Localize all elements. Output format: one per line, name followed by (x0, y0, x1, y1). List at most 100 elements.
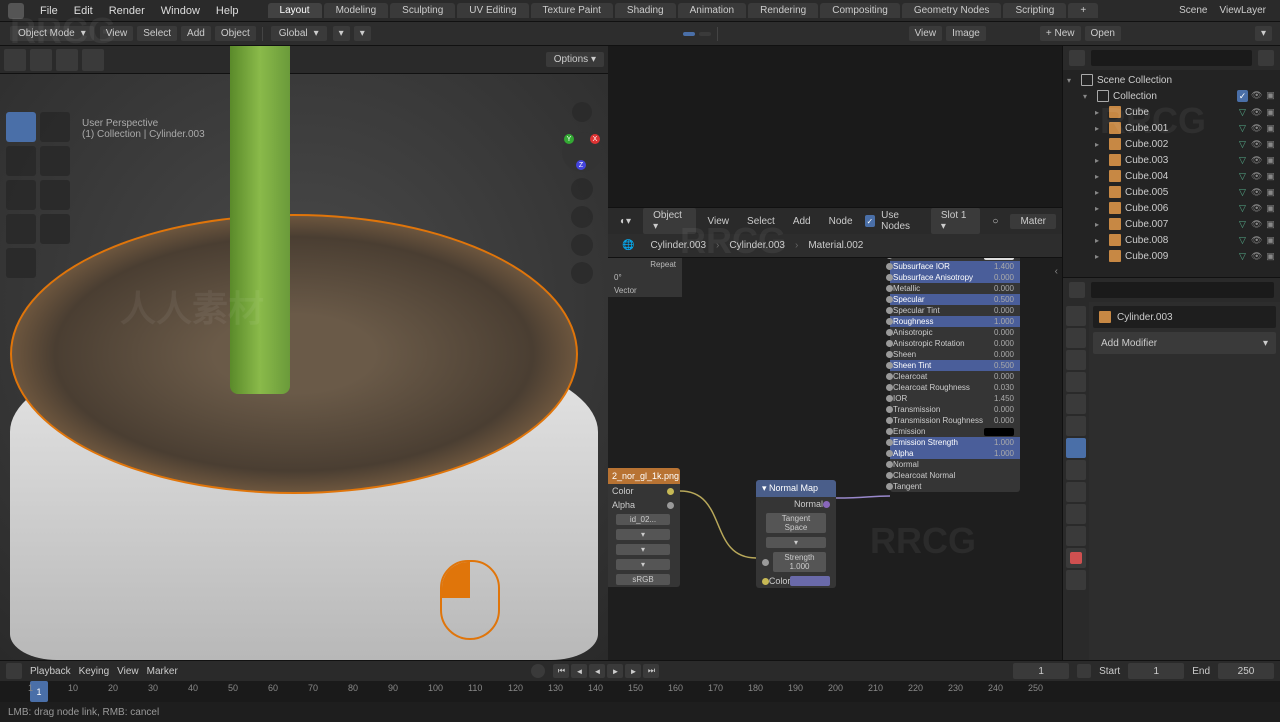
node-view-menu[interactable]: View (702, 216, 736, 227)
tab-texture-icon[interactable] (1066, 570, 1086, 590)
input-socket[interactable] (886, 285, 893, 292)
input-socket[interactable] (886, 274, 893, 281)
mesh-data-icon[interactable]: ▽ (1237, 235, 1248, 246)
overlay-toggle-icon[interactable] (699, 32, 711, 36)
input-socket[interactable] (886, 483, 893, 490)
playback-menu[interactable]: Playback (30, 666, 71, 677)
input-socket[interactable] (886, 329, 893, 336)
workspace-tab-add[interactable]: + (1068, 3, 1098, 18)
workspace-tab-rendering[interactable]: Rendering (748, 3, 818, 18)
tab-constraints-icon[interactable] (1066, 504, 1086, 524)
select-mode2-icon[interactable] (56, 49, 78, 71)
header-add-menu[interactable]: Add (181, 26, 211, 41)
3d-viewport[interactable]: Options ▾ User Perspective (1) Collectio… (0, 46, 608, 660)
render-icon[interactable]: ▣ (1265, 251, 1276, 262)
keyframe-prev-icon[interactable]: ◄ (571, 664, 587, 678)
render-icon[interactable]: ▣ (1265, 171, 1276, 182)
menu-edit[interactable]: Edit (66, 5, 101, 17)
node-add-menu[interactable]: Add (787, 216, 817, 227)
collection-enable-toggle[interactable]: ✓ (1237, 90, 1248, 102)
tab-viewlayer-icon[interactable] (1066, 350, 1086, 370)
render-icon[interactable]: ▣ (1265, 139, 1276, 150)
color-socket-in[interactable] (762, 578, 769, 585)
tool-scale-icon[interactable] (6, 180, 36, 210)
tool-transform-icon[interactable] (40, 180, 70, 210)
orientation-dropdown[interactable]: Global ▾ (271, 26, 327, 41)
bsdf-property-row[interactable]: Anisotropic Rotation0.000 (890, 338, 1020, 349)
img-open-button[interactable]: Open (1085, 26, 1121, 41)
space-dropdown[interactable]: Tangent Space (766, 513, 826, 533)
input-socket[interactable] (886, 340, 893, 347)
tab-physics-icon[interactable] (1066, 482, 1086, 502)
uvmap-dropdown[interactable]: ▾ (766, 537, 826, 548)
menu-help[interactable]: Help (208, 5, 247, 17)
principled-bsdf-node[interactable]: Subsurface C...Subsurface IOR1.400Subsur… (890, 258, 1020, 492)
image-texture-node[interactable]: 2_nor_gl_1k.png Color Alpha id_02... ▾ ▾… (608, 468, 680, 587)
outliner-tree[interactable]: ▾ Scene Collection ▾ Collection ✓👁▣ ▸Cub… (1063, 70, 1280, 277)
tool-select-box-icon[interactable] (6, 112, 36, 142)
bsdf-property-row[interactable]: Sheen0.000 (890, 349, 1020, 360)
mesh-data-icon[interactable]: ▽ (1237, 171, 1248, 182)
snap-toggle[interactable]: ▾ (354, 26, 371, 41)
outliner-search[interactable] (1091, 50, 1252, 66)
props-search[interactable] (1091, 282, 1274, 298)
options-dropdown[interactable]: Options ▾ (546, 52, 604, 67)
workspace-tab-scripting[interactable]: Scripting (1003, 3, 1066, 18)
header-select-menu[interactable]: Select (137, 26, 177, 41)
material-dropdown[interactable]: Mater (1010, 214, 1056, 229)
render-icon[interactable]: ▣ (1265, 123, 1276, 134)
image-editor-canvas[interactable] (608, 46, 1062, 207)
eye-icon[interactable]: 👁 (1251, 203, 1262, 214)
breadcrumb-world-icon[interactable]: 🌐 (616, 238, 640, 253)
outliner-collection[interactable]: ▾ Collection ✓👁▣ (1063, 88, 1280, 104)
bsdf-property-row[interactable]: Metallic0.000 (890, 283, 1020, 294)
breadcrumb-item-2[interactable]: Material.002 (802, 238, 869, 253)
tab-render-icon[interactable] (1066, 306, 1086, 326)
props-type-icon[interactable] (1069, 282, 1085, 298)
input-socket[interactable] (886, 263, 893, 270)
workspace-tab-modeling[interactable]: Modeling (324, 3, 389, 18)
eye-icon[interactable]: 👁 (1251, 90, 1262, 102)
workspace-tab-layout[interactable]: Layout (268, 3, 322, 18)
menu-render[interactable]: Render (101, 5, 153, 17)
color-socket[interactable] (667, 488, 674, 495)
render-icon[interactable]: ▣ (1265, 235, 1276, 246)
tex-ext[interactable]: ▾ (616, 559, 670, 570)
bsdf-property-row[interactable]: IOR1.450 (890, 393, 1020, 404)
outliner-item[interactable]: ▸Cube▽👁▣ (1063, 104, 1280, 120)
bsdf-property-row[interactable]: Roughness1.000 (890, 316, 1020, 327)
current-frame-field[interactable]: 1 (1013, 663, 1069, 679)
render-icon[interactable]: ▣ (1265, 107, 1276, 118)
start-frame-field[interactable]: 1 (1128, 663, 1184, 679)
outliner-item[interactable]: ▸Cube.002▽👁▣ (1063, 136, 1280, 152)
add-modifier-button[interactable]: Add Modifier ▾ (1093, 332, 1276, 354)
eye-icon[interactable]: 👁 (1251, 187, 1262, 198)
outliner-item[interactable]: ▸Cube.009▽👁▣ (1063, 248, 1280, 264)
bsdf-property-row[interactable]: Emission (890, 426, 1020, 437)
camera-view-icon[interactable] (571, 234, 593, 256)
tab-data-icon[interactable] (1066, 526, 1086, 546)
bsdf-property-row[interactable]: Clearcoat Normal (890, 470, 1020, 481)
pan-icon[interactable] (571, 178, 593, 200)
tab-modifier-icon[interactable] (1066, 438, 1086, 458)
normal-map-node[interactable]: ▾ Normal Map Normal Tangent Space ▾ Stre… (756, 480, 836, 588)
tool-annotate-icon[interactable] (6, 214, 36, 244)
render-icon[interactable]: ▣ (1265, 203, 1276, 214)
timeline-track[interactable]: 1 11020304050607080901001101201301401501… (0, 681, 1280, 702)
viewport-canvas[interactable]: User Perspective (1) Collection | Cylind… (0, 74, 608, 660)
input-socket[interactable] (886, 318, 893, 325)
pivot-dropdown[interactable]: ▾ (333, 26, 350, 41)
outliner-type-icon[interactable] (1069, 50, 1085, 66)
viewlayer-dropdown[interactable]: ViewLayer (1213, 5, 1272, 16)
marker-menu[interactable]: Marker (147, 666, 178, 677)
mesh-data-icon[interactable]: ▽ (1237, 107, 1248, 118)
eye-icon[interactable]: 👁 (1251, 235, 1262, 246)
tool-cursor-icon[interactable] (40, 112, 70, 142)
normal-socket[interactable] (823, 501, 830, 508)
keyframe-next-icon[interactable]: ► (625, 664, 641, 678)
bsdf-property-row[interactable]: Specular0.500 (890, 294, 1020, 305)
img-header-image[interactable]: Image (946, 26, 986, 41)
breadcrumb-item-1[interactable]: Cylinder.003 (723, 238, 791, 253)
render-icon[interactable]: ▣ (1265, 219, 1276, 230)
datablock-path[interactable]: Cylinder.003 (1093, 306, 1276, 328)
